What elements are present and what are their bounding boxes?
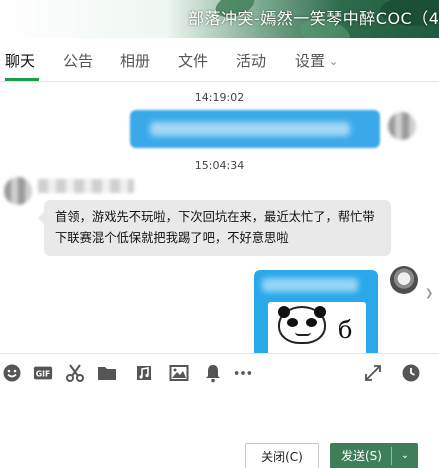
incoming-message-bubble[interactable]: 首领，游戏先不玩啦，下次回坑在来，最近太忙了，帮忙带下联赛混个低保就把我踢了吧，… (38, 200, 391, 256)
outgoing-message-bubble[interactable] (130, 110, 380, 148)
music-icon[interactable] (134, 363, 154, 383)
tab-settings[interactable]: 设置 ⌄ (295, 50, 338, 71)
avatar[interactable] (390, 266, 418, 294)
tab-announcement[interactable]: 公告 (63, 50, 93, 71)
panda-mouth (295, 332, 311, 336)
chevron-right-icon[interactable]: ❯ (425, 288, 433, 299)
history-icon[interactable] (401, 363, 421, 383)
expand-icon[interactable] (363, 363, 383, 383)
sender-name-redacted (38, 179, 134, 193)
message-text: 首领，游戏先不玩啦，下次回坑在来，最近太忙了，帮忙带下联赛混个低保就把我踢了吧，… (55, 210, 375, 245)
input-toolbar: GIF (0, 353, 439, 391)
hand-icon: б (338, 316, 353, 344)
panda-sticker-icon (278, 306, 326, 344)
panda-ear (278, 306, 290, 318)
bell-icon[interactable] (203, 363, 223, 383)
tab-activity[interactable]: 活动 (236, 50, 266, 71)
scissors-icon[interactable] (65, 363, 85, 383)
panda-eye (306, 318, 317, 327)
title-bar[interactable]: 部落冲突-嫣然一笑琴中醉COC（4 (0, 0, 439, 38)
divider (391, 447, 392, 465)
chevron-down-icon[interactable]: ⌄ (396, 443, 414, 468)
outgoing-image-bubble[interactable]: б (254, 270, 378, 353)
more-icon[interactable] (233, 363, 255, 383)
tab-chat[interactable]: 聊天 (5, 50, 35, 71)
panda-ear (314, 306, 326, 318)
redacted-text (150, 122, 350, 136)
svg-text:GIF: GIF (36, 370, 50, 379)
chevron-down-icon: ⌄ (329, 55, 339, 68)
avatar[interactable] (388, 112, 416, 140)
avatar[interactable] (4, 177, 32, 205)
panda-eye (287, 318, 298, 327)
gif-icon[interactable]: GIF (33, 363, 55, 383)
timestamp: 14:19:02 (194, 91, 245, 104)
active-tab-indicator (5, 78, 39, 81)
sticker-image[interactable]: б (268, 302, 366, 353)
chat-area[interactable]: 14:19:02 15:04:34 首领，游戏先不玩啦，下次回坑在来，最近太忙了… (0, 83, 439, 353)
tab-bar: 聊天 公告 相册 文件 活动 设置 ⌄ (0, 40, 439, 82)
send-button[interactable]: 发送(S) ⌄ (330, 443, 418, 468)
folder-icon[interactable] (97, 363, 117, 383)
tab-files[interactable]: 文件 (178, 50, 208, 71)
emoji-icon[interactable] (2, 363, 22, 383)
redacted-text (262, 278, 358, 292)
tab-settings-label: 设置 (295, 52, 326, 70)
message-input[interactable] (0, 392, 439, 438)
tab-album[interactable]: 相册 (120, 50, 150, 71)
timestamp: 15:04:34 (194, 159, 245, 172)
window-title: 部落冲突-嫣然一笑琴中醉COC（4 (188, 9, 439, 28)
image-icon[interactable] (169, 363, 189, 383)
send-label: 发送(S) (341, 449, 382, 463)
close-button[interactable]: 关闭(C) (245, 443, 319, 468)
